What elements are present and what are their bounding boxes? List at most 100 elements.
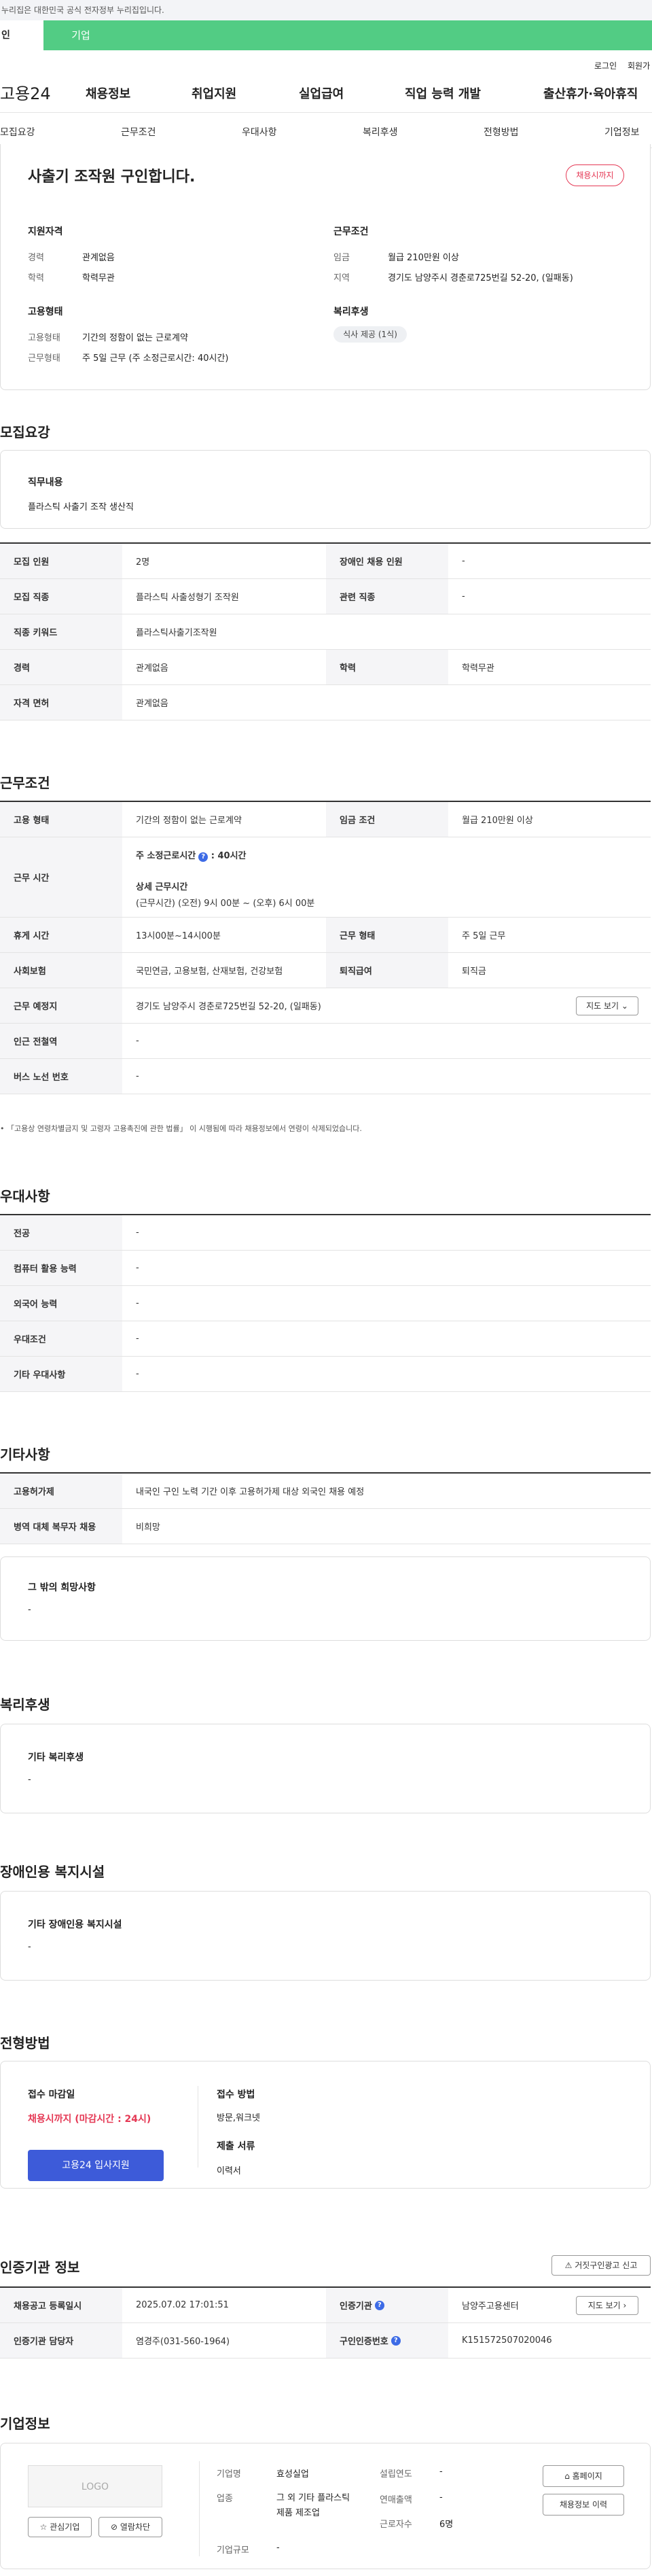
cell-header: 인근 전철역 — [0, 1024, 122, 1058]
cell-header: 근무 예정지 — [0, 988, 122, 1023]
cell-value: 경기도 남양주시 경춘로725번길 52-20, (일패동) — [136, 1002, 321, 1012]
history-button[interactable]: 채용정보 이력 — [543, 2494, 624, 2516]
nav-unemployment-benefit[interactable]: 실업급여 — [299, 84, 344, 102]
work-table: 고용 형태 기간의 정함이 없는 근로계약 임금 조건 월급 210만원 이상 … — [0, 801, 651, 1094]
etc-table: 고용허가제 내국인 구인 노력 기간 이후 고용허가제 대상 외국인 채용 예정 … — [0, 1472, 651, 1544]
cert-map-button[interactable]: 지도 보기 › — [576, 2296, 638, 2315]
docs-title: 제출 서류 — [217, 2141, 255, 2152]
career-value: 관계없음 — [82, 253, 115, 263]
utility-bar: 로그인 회원가 — [0, 50, 652, 72]
process-heading: 전형방법 — [0, 2035, 50, 2051]
homepage-button[interactable]: ⌂ 홈페이지 — [543, 2465, 624, 2487]
map-button[interactable]: 지도 보기 ⌄ — [576, 996, 638, 1015]
cell-header: 관련 직종 — [326, 579, 448, 614]
table-row: 전공 - — [0, 1215, 651, 1251]
map-button-label: 지도 보기 — [586, 1001, 619, 1011]
hours-main: 주 소정근로시간? : 40시간 — [136, 848, 247, 862]
cell-header: 인증기관 담당자 — [0, 2323, 122, 2358]
disability-heading: 장애인용 복지시설 — [0, 1864, 105, 1880]
cell-header: 컴퓨터 활용 능력 — [0, 1251, 122, 1285]
nav-vocational-training[interactable]: 직업 능력 개발 — [405, 84, 481, 102]
cell-value: 관계없음 — [136, 699, 168, 709]
cell-header: 버스 노선 번호 — [0, 1059, 122, 1094]
site-logo[interactable]: 고용24 — [0, 80, 51, 104]
nav-jobs[interactable]: 채용정보 — [86, 84, 130, 102]
duty-value: 플라스틱 사출기 조작 생산직 — [28, 502, 134, 512]
favorite-button[interactable]: ☆ 관심기업 — [28, 2517, 92, 2537]
company-logo: LOGO — [28, 2465, 162, 2507]
anchor-preference[interactable]: 우대사항 — [242, 125, 277, 139]
chevron-right-icon: › — [623, 2301, 627, 2310]
cell-value: 염경주(031-560-1964) — [136, 2337, 230, 2347]
table-row: 병역 대체 복무자 채용 비희망 — [0, 1509, 651, 1544]
report-button[interactable]: ⚠ 거짓구인광고 신고 — [551, 2255, 651, 2276]
cell-value: - — [136, 1263, 139, 1273]
tab-company[interactable]: 기업 — [43, 20, 118, 50]
table-row: 고용허가제 내국인 구인 노력 기간 이후 고용허가제 대상 외국인 채용 예정 — [0, 1474, 651, 1509]
cell-header: 학력 — [326, 650, 448, 684]
block-button[interactable]: ⊘ 열람차단 — [98, 2517, 162, 2537]
cell-header: 전공 — [0, 1215, 122, 1250]
info-icon[interactable]: ? — [374, 2300, 384, 2310]
cell-header: 근무 시간 — [0, 837, 122, 917]
deadline-value: 채용시까지 (마감시간 : 24시) — [28, 2114, 151, 2125]
info-icon[interactable]: ? — [198, 852, 209, 862]
anchor-process[interactable]: 전형방법 — [484, 125, 519, 139]
disability-value: - — [28, 1942, 31, 1952]
cell-value: 퇴직금 — [462, 967, 486, 977]
cert-org-label: 인증기관 — [340, 2301, 372, 2312]
homepage-button-label: 홈페이지 — [572, 2471, 602, 2481]
preference-table: 전공 - 컴퓨터 활용 능력 - 외국어 능력 - 우대조건 - 기타 우대사항 - — [0, 1214, 651, 1392]
welfare-tag: 식사 제공 (1식) — [333, 326, 407, 343]
nav-employment-support[interactable]: 취업지원 — [192, 84, 236, 102]
anchor-recruit[interactable]: 모집요강 — [0, 125, 35, 139]
cell-header: 경력 — [0, 650, 122, 684]
cell-value: 관계없음 — [136, 663, 168, 674]
cell-header: 직종 키워드 — [0, 614, 122, 649]
cell-value: 주 5일 근무 — [462, 931, 506, 941]
cert-no-label: 구인인증번호 — [340, 2337, 388, 2347]
education-value: 학력무관 — [82, 273, 115, 283]
alert-icon: ⚠ — [564, 2261, 573, 2270]
cell-value: - — [462, 591, 465, 602]
company-name-label: 기업명 — [217, 2469, 241, 2479]
apply-button[interactable]: 고용24 입사지원 — [28, 2150, 164, 2181]
table-row: 채용공고 등록일시 2025.07.02 17:01:51 인증기관? 남양주고… — [0, 2288, 651, 2323]
join-link[interactable]: 회원가 — [628, 60, 650, 71]
size-value: - — [276, 2543, 280, 2553]
gov-notice: 누리집은 대한민국 공식 전자정부 누리집입니다. — [0, 0, 652, 20]
table-row: 모집 인원 2명 장애인 채용 인원 - — [0, 544, 651, 579]
qualification-title: 지원자격 — [28, 226, 63, 237]
table-row: 모집 직종 플라스틱 사출성형기 조작원 관련 직종 - — [0, 579, 651, 614]
cell-header: 임금 조건 — [326, 802, 448, 837]
cell-value: 플라스틱사출기조작원 — [136, 628, 217, 638]
anchor-work[interactable]: 근무조건 — [121, 125, 156, 139]
table-row: 직종 키워드 플라스틱사출기조작원 — [0, 614, 651, 650]
chevron-down-icon: ⌄ — [621, 1001, 628, 1011]
founded-label: 설립연도 — [380, 2469, 412, 2479]
cell-value: 2025.07.02 17:01:51 — [136, 2300, 229, 2310]
wage-value: 월급 210만원 이상 — [388, 253, 459, 263]
work-hours-cell: 주 소정근로시간? : 40시간 상세 근무시간 (근무시간) (오전) 9시 … — [122, 837, 651, 917]
cell-value: - — [136, 1334, 139, 1344]
sales-value: - — [439, 2492, 443, 2503]
block-button-label: 열람차단 — [120, 2522, 151, 2532]
benefit-title: 기타 복리후생 — [28, 1752, 84, 1763]
disability-title: 기타 장애인용 복지시설 — [28, 1919, 122, 1930]
cell-header: 고용허가제 — [0, 1474, 122, 1508]
anchor-company[interactable]: 기업정보 — [604, 125, 640, 139]
report-button-label: 거짓구인광고 신고 — [575, 2261, 638, 2270]
cell-header: 우대조건 — [0, 1321, 122, 1356]
cell-header: 근무 형태 — [326, 918, 448, 952]
info-icon[interactable]: ? — [391, 2335, 401, 2346]
anchor-welfare[interactable]: 복리후생 — [363, 125, 398, 139]
cell-header: 자격 면허 — [0, 685, 122, 720]
cell-header: 휴게 시간 — [0, 918, 122, 952]
login-link[interactable]: 로그인 — [594, 60, 617, 71]
status-badge: 채용시까지 — [566, 164, 624, 186]
work-form-label: 근무형태 — [28, 353, 60, 364]
size-label: 기업규모 — [217, 2545, 249, 2556]
nav-parental-leave[interactable]: 출산휴가·육아휴직 — [543, 84, 638, 102]
tab-individual[interactable]: 인 — [0, 20, 43, 50]
hours-detail-label: 상세 근무시간 — [136, 882, 188, 892]
